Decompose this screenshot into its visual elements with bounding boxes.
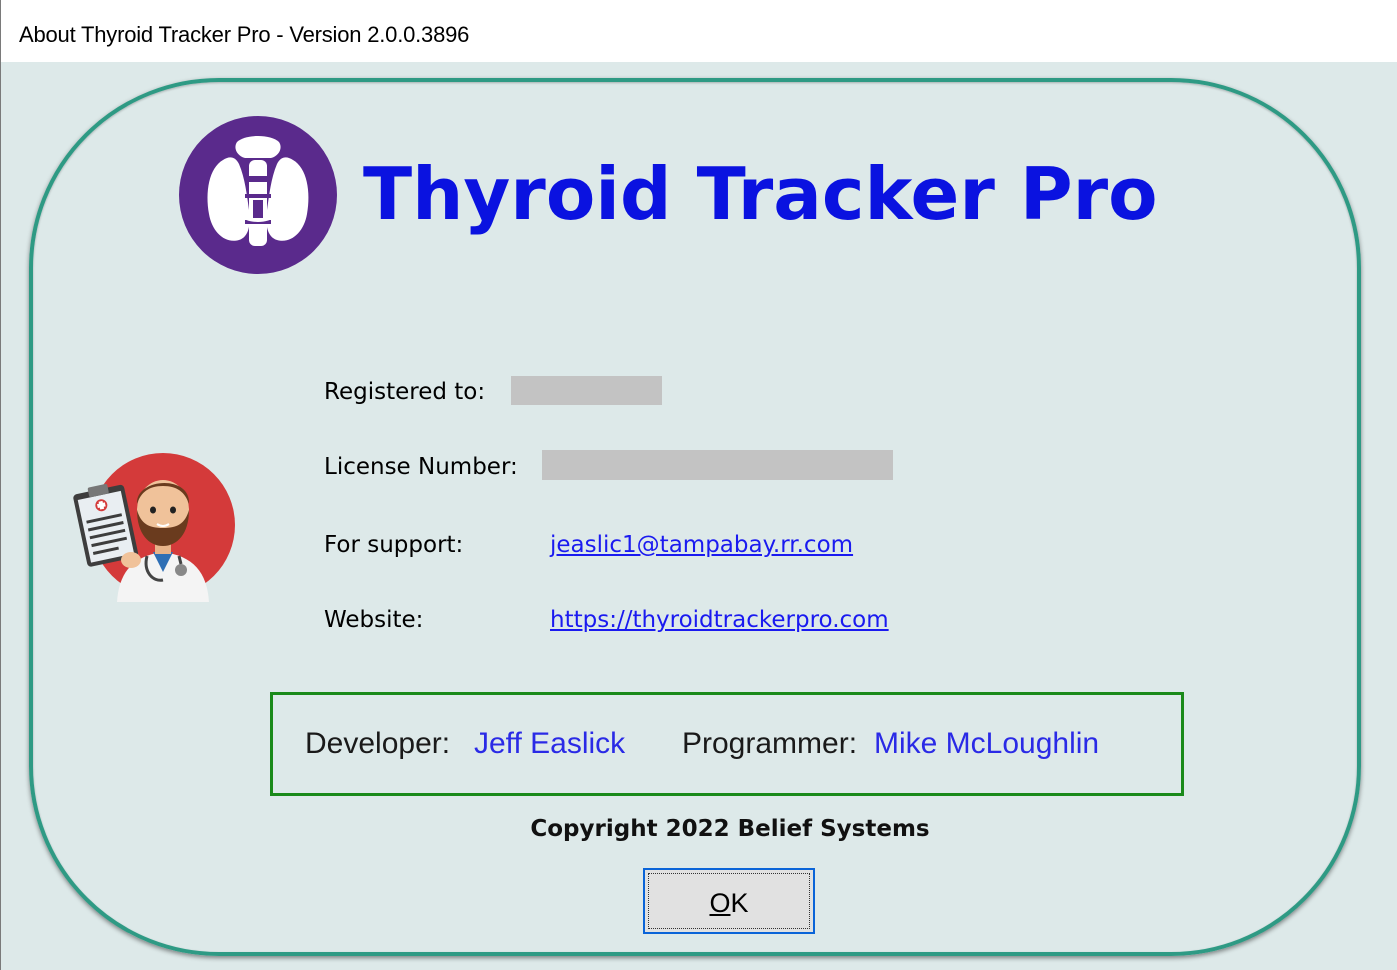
license-number-redacted <box>542 450 893 480</box>
about-dialog: About Thyroid Tracker Pro - Version 2.0.… <box>0 0 1397 970</box>
support-email-link[interactable]: jeaslic1@tampabay.rr.com <box>550 532 853 558</box>
support-label: For support: <box>324 532 464 558</box>
license-label: License Number: <box>324 454 518 480</box>
programmer-name: Mike McLoughlin <box>874 727 1100 760</box>
app-title: Thyroid Tracker Pro <box>363 152 1158 236</box>
ok-button[interactable]: OK <box>643 868 815 934</box>
registered-label: Registered to: <box>324 379 486 405</box>
window-title: About Thyroid Tracker Pro - Version 2.0.… <box>19 22 470 47</box>
thyroid-gland-icon <box>179 116 337 274</box>
programmer-label: Programmer: <box>682 727 858 760</box>
developer-label: Developer: <box>305 727 451 760</box>
ok-label-rest: K <box>730 888 749 918</box>
credits-box: Developer: Jeff Easlick Programmer: Mike… <box>270 692 1184 796</box>
developer-name: Jeff Easlick <box>474 727 626 760</box>
website-label: Website: <box>324 607 424 633</box>
copyright-text: Copyright 2022 Belief Systems <box>530 816 930 842</box>
title-bar: About Thyroid Tracker Pro - Version 2.0.… <box>1 0 1397 62</box>
doctor-avatar-icon <box>73 453 235 602</box>
ok-accelerator: O <box>709 888 731 918</box>
website-link[interactable]: https://thyroidtrackerpro.com <box>550 607 889 633</box>
registered-name-redacted <box>511 376 662 405</box>
ok-button-label: OK <box>645 888 813 919</box>
